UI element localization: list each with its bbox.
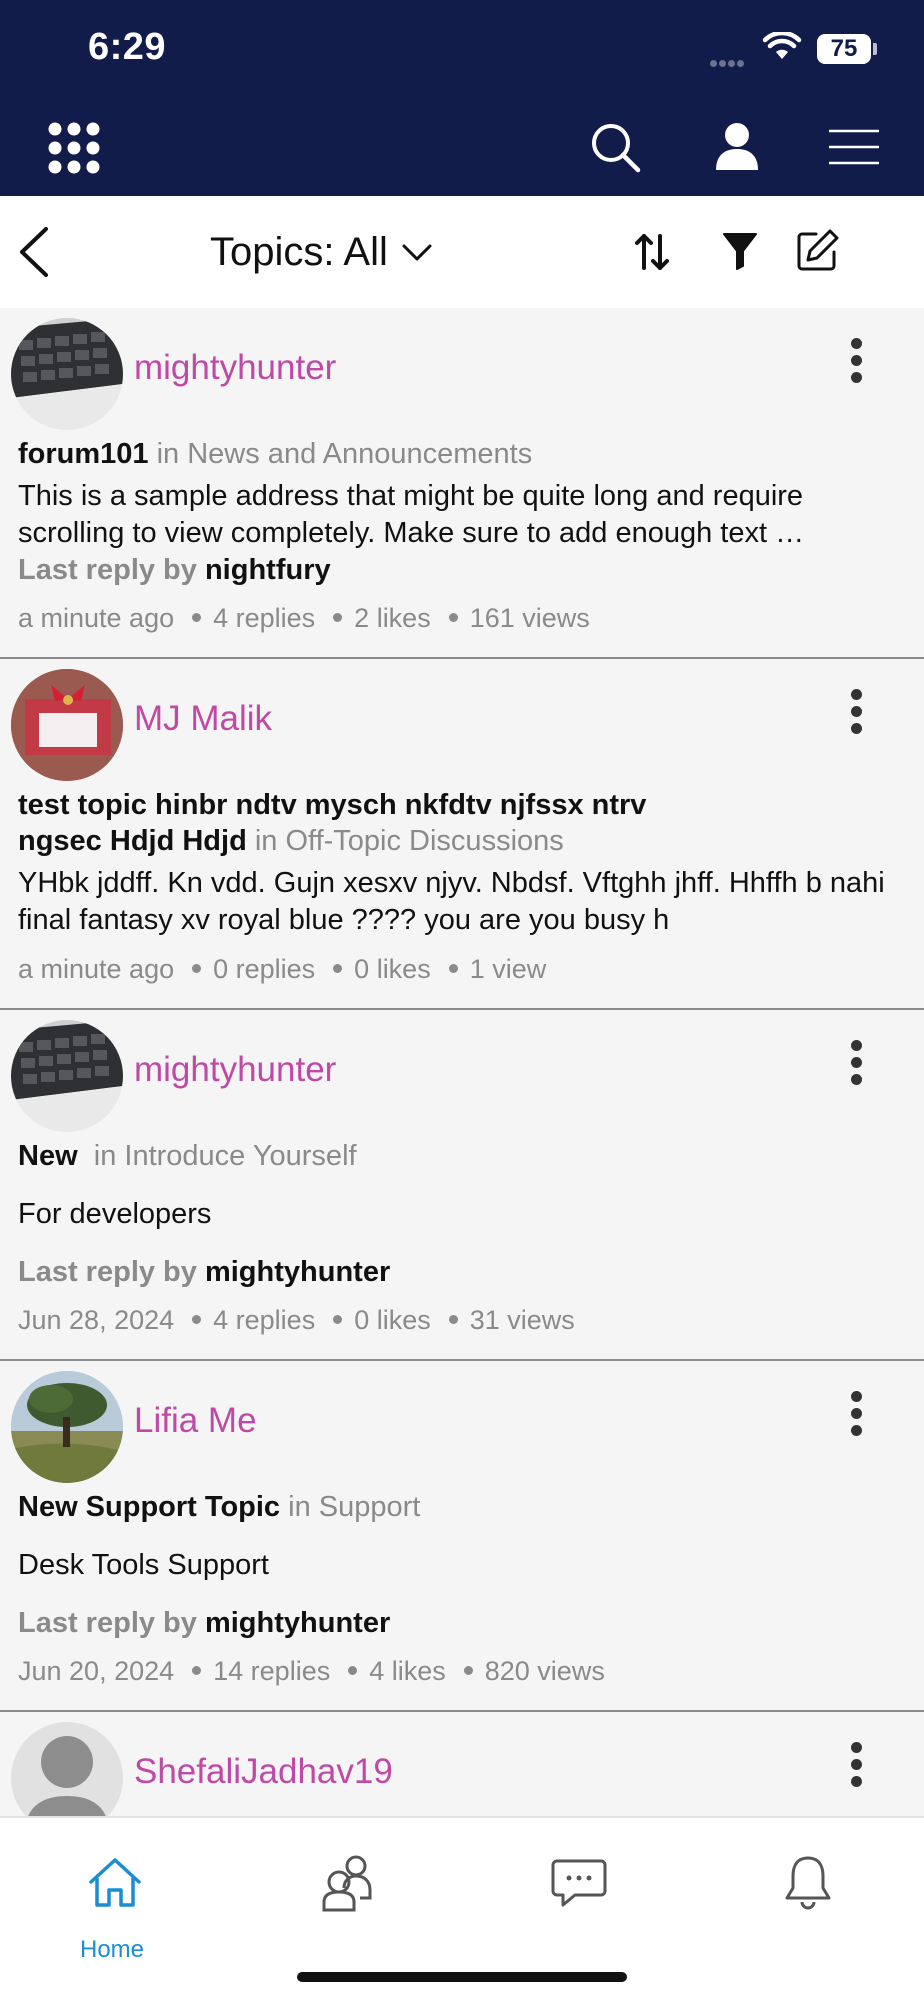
like-count: 0 likes <box>354 1305 431 1335</box>
grid-icon[interactable] <box>48 122 100 174</box>
topic-excerpt: For developers <box>18 1198 212 1230</box>
tab-notifications[interactable] <box>694 1840 924 1960</box>
tab-home[interactable]: Home <box>0 1840 230 1963</box>
tab-home-label: Home <box>80 1936 145 1963</box>
topic-category: in Off-Topic Discussions <box>254 825 564 857</box>
topic-title-line[interactable]: New Support Topic in Support <box>18 1489 898 1525</box>
reply-count: 4 replies <box>213 603 316 633</box>
author-name[interactable]: ShefaliJadhav19 <box>134 1752 393 1792</box>
tree-photo <box>11 1371 123 1483</box>
reply-count: 0 replies <box>213 954 316 984</box>
topics-feed[interactable]: mightyhunter forum101 in News and Announ… <box>0 308 924 1816</box>
battery-indicator: 75 <box>817 34 871 64</box>
author-name[interactable]: mightyhunter <box>134 1050 336 1090</box>
author-name[interactable]: Lifia Me <box>134 1401 257 1441</box>
more-icon[interactable] <box>846 1391 866 1441</box>
search-icon[interactable] <box>590 122 642 174</box>
topic-excerpt: Desk Tools Support <box>18 1549 269 1581</box>
keyboard-photo <box>11 318 123 430</box>
topic-title-line[interactable]: forum101 in News and Announcements <box>18 436 898 472</box>
topics-filter-label: Topics: All <box>210 229 388 274</box>
author-name[interactable]: mightyhunter <box>134 348 336 388</box>
avatar[interactable] <box>11 1020 123 1132</box>
topic-meta: Jun 20, 2024 14 replies 4 likes 820 views <box>18 1656 605 1687</box>
menu-icon[interactable] <box>828 128 880 166</box>
back-icon[interactable] <box>16 226 52 278</box>
view-count: 1 view <box>469 954 547 984</box>
last-reply: Last reply by nightfury <box>18 554 331 587</box>
view-count: 31 views <box>469 1305 575 1335</box>
last-reply-user[interactable]: mightyhunter <box>205 1607 390 1639</box>
topic-category: in Introduce Yourself <box>93 1140 357 1172</box>
last-reply: Last reply by mightyhunter <box>18 1607 390 1640</box>
status-time: 6:29 <box>88 26 167 68</box>
more-icon[interactable] <box>846 1742 866 1792</box>
topic-title: forum101 <box>18 438 149 470</box>
home-icon <box>89 1858 141 1907</box>
topic-excerpt: YHbk jddff. Kn vdd. Gujn xesxv njyv. Nbd… <box>18 867 885 936</box>
topic-title: New Support Topic <box>18 1491 281 1523</box>
topic-meta: Jun 28, 2024 4 replies 0 likes 31 views <box>18 1305 575 1336</box>
topic-card[interactable]: ShefaliJadhav19 <box>0 1712 924 1816</box>
last-reply-user[interactable]: mightyhunter <box>205 1256 390 1288</box>
chat-icon <box>551 1859 607 1907</box>
chevron-down-icon <box>402 244 432 261</box>
app-header <box>0 100 924 196</box>
author-name[interactable]: MJ Malik <box>134 699 272 739</box>
topic-title-line[interactable]: New in Introduce Yourself <box>18 1138 898 1174</box>
topic-time: a minute ago <box>18 954 175 984</box>
topic-excerpt: This is a sample address that might be q… <box>18 480 805 549</box>
topic-card[interactable]: Lifia Me New Support Topic in Support De… <box>0 1361 924 1712</box>
like-count: 0 likes <box>354 954 431 984</box>
topics-toolbar: Topics: All <box>0 196 924 308</box>
topic-time: a minute ago <box>18 603 175 633</box>
last-reply-prefix: Last reply by <box>18 554 197 586</box>
view-count: 820 views <box>484 1656 605 1686</box>
user-icon[interactable] <box>714 122 760 172</box>
view-count: 161 views <box>469 603 590 633</box>
signal-icon <box>710 54 746 72</box>
topic-meta: a minute ago 4 replies 2 likes 161 views <box>18 603 590 634</box>
filter-icon[interactable] <box>722 232 758 270</box>
more-icon[interactable] <box>846 1040 866 1090</box>
sort-icon[interactable] <box>634 232 670 272</box>
last-reply-prefix: Last reply by <box>18 1256 197 1288</box>
tab-messages[interactable] <box>462 1840 694 1960</box>
topic-category: in Support <box>288 1491 421 1523</box>
avatar[interactable] <box>11 1371 123 1483</box>
gift-frame-photo <box>11 669 123 781</box>
default-avatar-icon <box>28 1736 106 1816</box>
status-bar: 6:29 75 <box>0 0 924 100</box>
topic-time: Jun 28, 2024 <box>18 1305 175 1335</box>
last-reply-user[interactable]: nightfury <box>205 554 331 586</box>
more-icon[interactable] <box>846 689 866 739</box>
topic-meta: a minute ago 0 replies 0 likes 1 view <box>18 954 546 985</box>
avatar[interactable] <box>11 318 123 430</box>
like-count: 4 likes <box>369 1656 446 1686</box>
topic-card[interactable]: mightyhunter New in Introduce Yourself F… <box>0 1010 924 1361</box>
topic-time: Jun 20, 2024 <box>18 1656 175 1686</box>
topic-card[interactable]: MJ Malik test topic hinbr ndtv mysch nkf… <box>0 659 924 1010</box>
battery-tip <box>873 43 877 55</box>
last-reply: Last reply by mightyhunter <box>18 1256 390 1289</box>
topic-title-line[interactable]: test topic hinbr ndtv mysch nkfdtv njfss… <box>18 787 718 859</box>
bell-icon <box>785 1856 831 1910</box>
last-reply-prefix: Last reply by <box>18 1607 197 1639</box>
reply-count: 4 replies <box>213 1305 316 1335</box>
like-count: 2 likes <box>354 603 431 633</box>
wifi-icon <box>762 32 802 59</box>
topics-filter-dropdown[interactable]: Topics: All <box>210 226 432 278</box>
groups-icon <box>322 1855 372 1912</box>
topic-category: in News and Announcements <box>156 438 533 470</box>
keyboard-photo <box>11 1020 123 1132</box>
home-indicator <box>297 1972 627 1982</box>
tab-groups[interactable] <box>230 1840 462 1960</box>
topic-card[interactable]: mightyhunter forum101 in News and Announ… <box>0 308 924 659</box>
more-icon[interactable] <box>846 338 866 388</box>
reply-count: 14 replies <box>213 1656 331 1686</box>
compose-icon[interactable] <box>796 228 840 272</box>
avatar[interactable] <box>11 1722 123 1816</box>
avatar[interactable] <box>11 669 123 781</box>
topic-title: New <box>18 1140 78 1172</box>
